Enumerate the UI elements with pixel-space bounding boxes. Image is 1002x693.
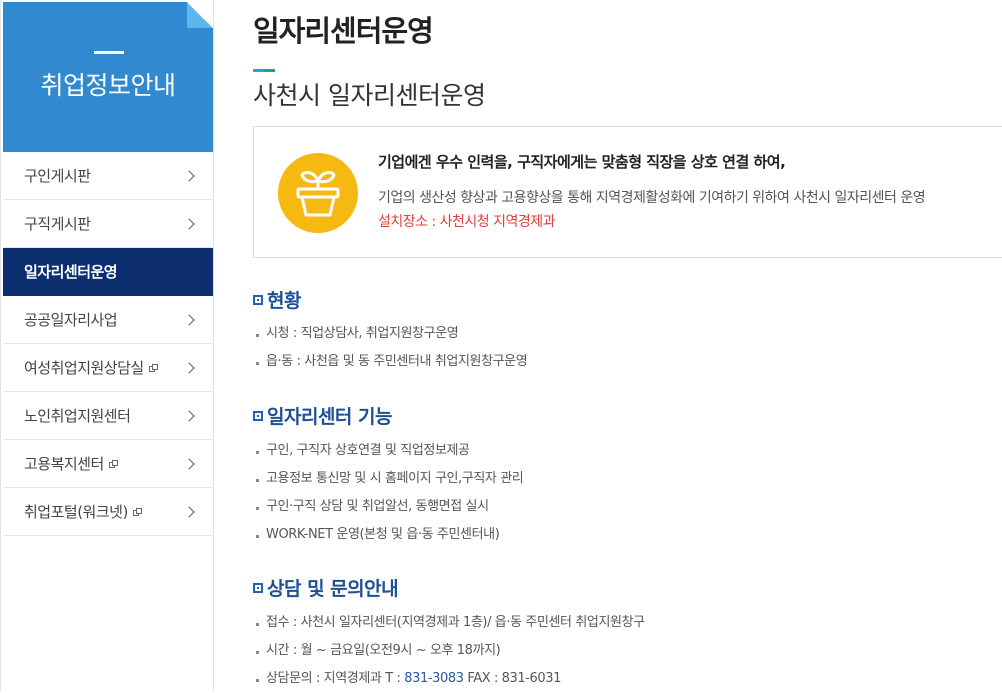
chevron-right-icon [183,505,195,518]
page-title: 일자리센터운영 [253,14,434,48]
list-item: 시간 : 월 ~ 금요일(오전9시 ~ 오후 18까지) [256,637,645,665]
list-item: 시청 : 직업상담사, 취업지원창구운영 [256,320,527,348]
chevron-right-icon [183,169,195,182]
chevron-right-icon [183,361,195,374]
list-item: 구인, 구직자 상호연결 및 직업정보제공 [256,437,523,465]
list-item: 구인·구직 상담 및 취업알선, 동행면접 실시 [256,493,523,521]
corner-fold [187,2,213,28]
chevron-right-icon [183,409,195,422]
sidebar-item-worknet[interactable]: 취업포털(워크넷) [3,488,213,536]
external-link-icon [132,507,143,516]
section-heading-status: 현황 [253,286,301,313]
list-item-contact: 상담문의 : 지역경제과 T : 831-3083 FAX : 831-6031 [256,665,645,693]
sidebar-item-label: 구인게시판 [24,167,91,185]
section-heading-label: 상담 및 문의안내 [267,578,399,600]
plant-pot-icon [278,153,358,233]
sidebar-item-label: 취업포털(워크넷) [24,503,128,521]
sidebar-item-public-jobs[interactable]: 공공일자리사업 [3,296,213,344]
section-heading-label: 일자리센터 기능 [267,406,392,428]
square-bullet-icon [253,294,263,305]
intro-location: 설치장소 : 사천시청 지역경제과 [378,214,556,230]
fax-number: 831-6031 [501,671,562,686]
external-link-icon [108,459,119,468]
status-list: 시청 : 직업상담사, 취업지원창구운영 읍·동 : 사천읍 및 동 주민센터내… [256,320,528,376]
sidebar-item-label: 구직게시판 [24,215,91,233]
chevron-right-icon [183,457,195,470]
sidebar-header: 취업정보안내 [3,2,213,152]
list-item: WORK-NET 운영(본청 및 읍·동 주민센터내) [256,521,523,549]
intro-box: 기업에겐 우수 인력을, 구직자에게는 맞춤형 직장을 상호 연결 하여, 기업… [253,126,1002,258]
subtitle-accent [253,69,275,72]
sidebar-item-label: 공공일자리사업 [24,311,118,329]
chevron-right-icon [183,217,195,230]
sidebar-item-women-employment[interactable]: 여성취업지원상담실 [3,344,213,392]
sidebar-item-label: 고용복지센터 [24,455,104,473]
sidebar-item-job-seeker-board[interactable]: 구직게시판 [3,200,213,248]
contact-list: 접수 : 사천시 일자리센터(지역경제과 1층)/ 읍·동 주민센터 취업지원창… [256,609,645,693]
section-heading-contact: 상담 및 문의안내 [253,574,399,601]
list-item: 읍·동 : 사천읍 및 동 주민센터내 취업지원창구운영 [256,348,528,376]
sidebar-item-label: 일자리센터운영 [24,263,118,281]
contact-prefix: 상담문의 : 지역경제과 T : [266,671,405,686]
fax-label: FAX : [463,671,502,686]
external-link-icon [148,363,159,372]
sidebar: 취업정보안내 구인게시판 구직게시판 일자리센터운영 공공일자리사업 여성취업지… [0,0,214,691]
header-bar [94,51,124,54]
sub-title: 사천시 일자리센터운영 [253,81,486,110]
section-heading-functions: 일자리센터 기능 [253,402,392,429]
sidebar-item-senior-employment[interactable]: 노인취업지원센터 [3,392,213,440]
functions-list: 구인, 구직자 상호연결 및 직업정보제공 고용정보 통신망 및 시 홈페이지 … [256,437,524,549]
phone-number[interactable]: 831-3083 [404,671,464,686]
sidebar-item-label: 여성취업지원상담실 [24,359,144,377]
sidebar-item-job-offer-board[interactable]: 구인게시판 [3,152,213,200]
list-item: 고용정보 통신망 및 시 홈페이지 구인,구직자 관리 [256,465,524,493]
sidebar-item-label: 노인취업지원센터 [24,407,131,425]
sidebar-title: 취업정보안내 [40,71,176,100]
list-item: 접수 : 사천시 일자리센터(지역경제과 1층)/ 읍·동 주민센터 취업지원창… [256,609,645,637]
sidebar-menu: 구인게시판 구직게시판 일자리센터운영 공공일자리사업 여성취업지원상담실 노인… [3,152,213,536]
section-heading-label: 현황 [267,290,301,312]
intro-description: 기업의 생산성 향상과 고용향상을 통해 지역경제활성화에 기여하기 위하여 사… [378,190,926,206]
sidebar-item-job-center[interactable]: 일자리센터운영 [3,248,213,296]
intro-lead: 기업에겐 우수 인력을, 구직자에게는 맞춤형 직장을 상호 연결 하여, [378,153,786,171]
sidebar-item-employment-welfare[interactable]: 고용복지센터 [3,440,213,488]
square-bullet-icon [253,582,263,593]
chevron-right-icon [183,313,195,326]
square-bullet-icon [253,410,263,421]
